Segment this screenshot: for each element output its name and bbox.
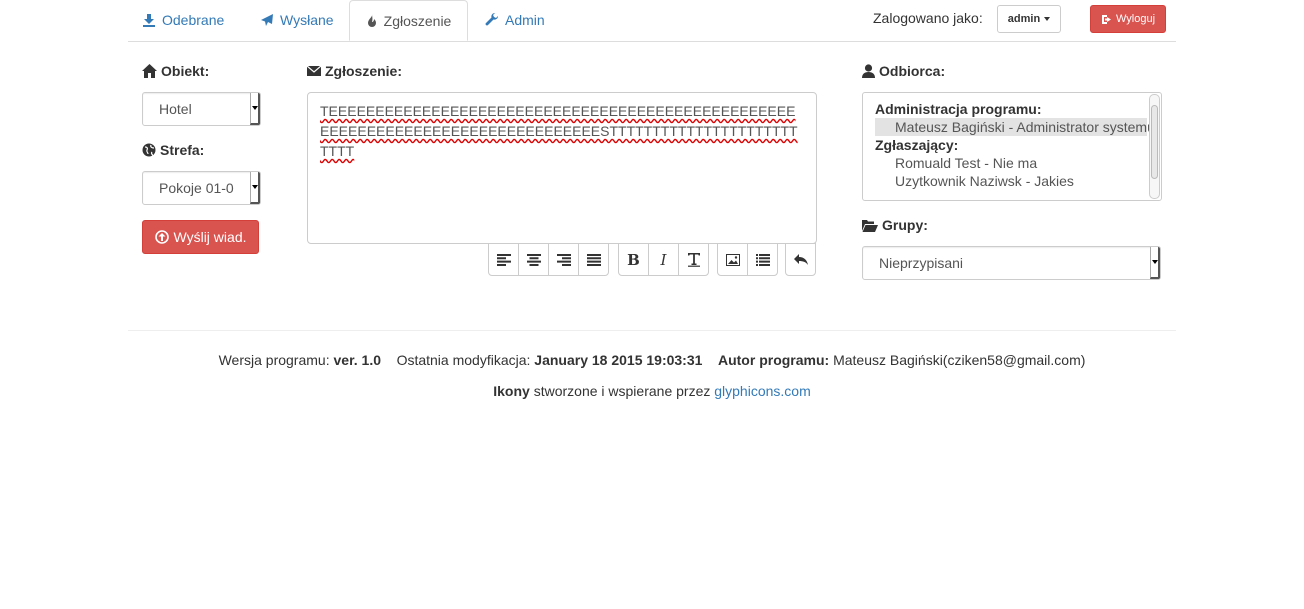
user-dropdown-button[interactable]: admin (997, 5, 1061, 33)
groups-select[interactable]: Nieprzypisani (862, 246, 1161, 280)
listbox-scrollbar[interactable] (1149, 94, 1160, 199)
tab-odebrane[interactable]: Odebrane (142, 0, 232, 40)
dropdown-arrow-icon (250, 172, 260, 204)
scrollbar-thumb[interactable] (1151, 105, 1158, 179)
italic-icon: I (660, 250, 667, 269)
align-right-button[interactable] (548, 243, 579, 276)
align-justify-icon (586, 253, 601, 266)
align-toolbar-group (488, 243, 609, 276)
wrench-icon (485, 13, 499, 26)
message-label-group: Zgłoszenie: (307, 63, 402, 79)
zone-label-group: Strefa: (142, 142, 204, 158)
tab-zgloszenie[interactable]: Zgłoszenie (349, 0, 468, 41)
listbox-group-label: Zgłaszający: (875, 137, 959, 153)
version-value: ver. 1.0 (333, 352, 382, 368)
format-toolbar-group: B I (618, 243, 709, 276)
log-out-icon (1101, 14, 1111, 24)
align-center-icon (526, 253, 541, 266)
modified-value: January 18 2015 19:03:31 (534, 352, 703, 368)
object-select[interactable]: Hotel (142, 92, 261, 126)
recipient-label-group: Odbiorca: (862, 63, 945, 79)
user-name: admin (1007, 13, 1041, 25)
listbox-option[interactable]: Uzytkownik Naziwsk - Jakies (875, 172, 1147, 190)
footer-version-line: Wersja programu: ver. 1.0 Ostatnia modyf… (128, 352, 1176, 368)
tab-wyslane[interactable]: Wysłane (260, 0, 340, 40)
author-label: Autor programu: (717, 352, 830, 368)
message-label: Zgłoszenie: (325, 63, 403, 79)
align-left-icon (496, 253, 511, 266)
tab-label: Odebrane (162, 12, 225, 28)
align-left-button[interactable] (488, 243, 519, 276)
message-editor[interactable]: TEEEEEEEEEEEEEEEEEEEEEEEEEEEEEEEEEEEEEEE… (307, 92, 817, 244)
zone-select-value: Pokoje 01-0 (159, 180, 234, 196)
recipient-listbox[interactable]: Administracja programu: Mateusz Bagiński… (862, 92, 1162, 201)
groups-label: Grupy: (882, 217, 928, 233)
fire-icon (367, 13, 376, 27)
tab-label: Wysłane (280, 12, 334, 28)
tab-label: Zgłoszenie (383, 12, 452, 29)
glyphicons-link[interactable]: glyphicons.com (714, 383, 811, 399)
envelope-icon (307, 65, 321, 76)
align-justify-button[interactable] (578, 243, 609, 276)
download-icon (143, 14, 155, 27)
tab-label: Admin (505, 12, 545, 28)
logout-label: Wyloguj (1115, 13, 1156, 25)
listbox-group-label: Administracja programu: (875, 101, 1042, 117)
listbox-option[interactable]: Romuald Test - Nie ma (875, 154, 1147, 172)
zone-label: Strefa: (160, 142, 205, 158)
text-style-button[interactable] (678, 243, 709, 276)
circle-arrow-up-icon (154, 230, 169, 244)
bold-button[interactable]: B (618, 243, 649, 276)
top-nav: Odebrane Wysłane Zgłoszenie Admin Zalogo… (128, 0, 1176, 42)
align-right-icon (556, 253, 571, 266)
dropdown-arrow-icon (1150, 247, 1160, 279)
object-select-value: Hotel (159, 101, 192, 117)
dropdown-arrow-icon (250, 93, 260, 125)
text-height-icon (687, 253, 700, 267)
picture-icon (725, 253, 740, 266)
object-label-group: Obiekt: (142, 63, 209, 79)
undo-button[interactable] (785, 243, 816, 276)
align-center-button[interactable] (518, 243, 549, 276)
bold-icon: B (627, 250, 640, 269)
share-alt-icon (793, 253, 808, 265)
footer-divider (128, 330, 1176, 331)
send-icon (261, 14, 273, 26)
recipient-label: Odbiorca: (879, 63, 946, 79)
logged-as-label: Zalogowano jako: (873, 10, 983, 26)
globe-icon (142, 143, 156, 157)
version-label: Wersja programu: (218, 352, 330, 368)
list-icon (755, 253, 770, 266)
object-label: Obiekt: (161, 63, 210, 79)
zone-select[interactable]: Pokoje 01-0 (142, 171, 261, 205)
icons-bold: Ikony (493, 383, 530, 399)
undo-toolbar-group (785, 243, 816, 276)
insert-list-button[interactable] (747, 243, 778, 276)
message-text: TEEEEEEEEEEEEEEEEEEEEEEEEEEEEEEEEEEEEEEE… (320, 103, 798, 159)
folder-open-icon (862, 219, 878, 232)
groups-select-value: Nieprzypisani (879, 255, 964, 271)
author-value: Mateusz Bagiński(cziken58@gmail.com) (833, 352, 1086, 368)
home-icon (142, 64, 157, 78)
insert-image-button[interactable] (717, 243, 748, 276)
icons-text: stworzone i wspierane przez (533, 383, 711, 399)
user-icon (862, 64, 875, 78)
send-label: Wyślij wiad. (173, 229, 247, 245)
listbox-option[interactable]: Mateusz Bagiński - Administrator systemu (875, 118, 1155, 136)
footer-icons-line: Ikony stworzone i wspierane przez glyphi… (128, 383, 1176, 399)
modified-label: Ostatnia modyfikacja: (396, 352, 531, 368)
logout-button[interactable]: Wyloguj (1090, 5, 1166, 33)
groups-label-group: Grupy: (862, 217, 928, 233)
tab-admin[interactable]: Admin (485, 0, 555, 40)
italic-button[interactable]: I (648, 243, 679, 276)
insert-toolbar-group (717, 243, 778, 276)
send-message-button[interactable]: Wyślij wiad. (142, 220, 259, 254)
caret-down-icon (1044, 17, 1051, 21)
